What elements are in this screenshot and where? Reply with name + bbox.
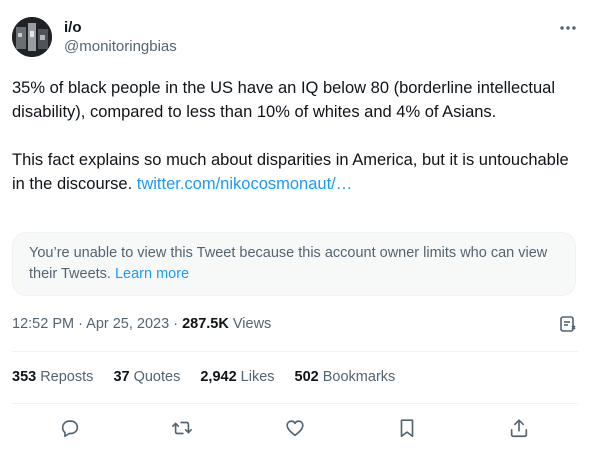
divider [12, 403, 578, 404]
author-handle[interactable]: @monitoringbias [64, 38, 177, 56]
views-label: Views [228, 316, 272, 332]
grok-icon[interactable] [557, 313, 579, 335]
tweet-card: i/o @monitoringbias 35% of black people … [0, 0, 591, 450]
reply-icon [59, 417, 81, 439]
quotes-count: 37 [113, 369, 130, 385]
tweet-text: 35% of black people in the US have an IQ… [12, 76, 578, 196]
share-button[interactable] [506, 415, 532, 441]
reply-button[interactable] [57, 415, 83, 441]
reposts-stat[interactable]: 353 Reposts [12, 368, 93, 386]
quoted-tweet-unavailable-notice: You’re unable to view this Tweet because… [12, 232, 576, 296]
action-bar [0, 415, 591, 441]
reposts-count: 353 [12, 369, 37, 385]
divider [12, 351, 578, 352]
like-icon [284, 417, 306, 439]
learn-more-link[interactable]: Learn more [115, 266, 189, 282]
tweet-meta: 12:52 PM · Apr 25, 2023 · 287.5K Views [12, 314, 271, 334]
tweet-stats: 353 Reposts 37 Quotes 2,942 Likes 502 Bookma… [12, 368, 411, 386]
bookmarks-stat[interactable]: 502 Bookmarks [295, 368, 396, 386]
notice-text: You’re unable to view this Tweet because… [29, 245, 548, 282]
reposts-label: Reposts [40, 369, 94, 385]
author-display-name[interactable]: i/o [64, 19, 82, 37]
likes-label: Likes [240, 369, 275, 385]
repost-icon [171, 417, 193, 439]
likes-count: 2,942 [200, 369, 237, 385]
bookmarks-label: Bookmarks [322, 369, 396, 385]
bookmark-button[interactable] [394, 415, 420, 441]
more-icon[interactable] [556, 16, 580, 40]
tweet-link[interactable]: twitter.com/nikocosmonaut/… [137, 175, 353, 193]
bookmark-icon [396, 417, 418, 439]
bookmarks-count: 502 [294, 369, 319, 385]
like-button[interactable] [282, 415, 308, 441]
views-count: 287.5K [182, 316, 229, 332]
repost-button[interactable] [169, 415, 195, 441]
avatar[interactable] [12, 17, 52, 57]
quotes-stat[interactable]: 37 Quotes [113, 368, 180, 386]
quotes-label: Quotes [133, 369, 181, 385]
likes-stat[interactable]: 2,942 Likes [200, 368, 274, 386]
share-icon [508, 417, 530, 439]
timestamp[interactable]: 12:52 PM · Apr 25, 2023 · [12, 316, 182, 332]
